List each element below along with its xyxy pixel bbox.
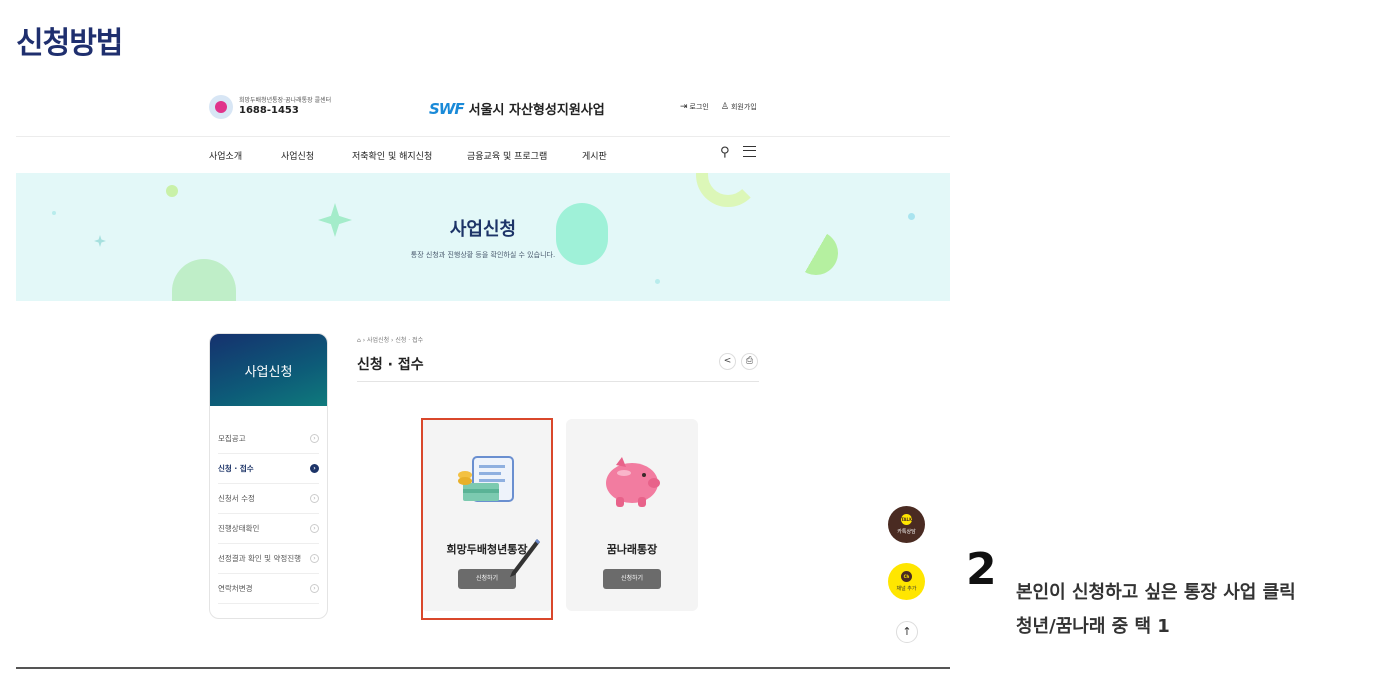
auth-links: ⇥ 로그인 ♙ 회원가입 [680,102,757,112]
search-icon[interactable]: ⚲ [720,145,730,160]
hotline-number: 1688-1453 [239,104,299,116]
home-icon[interactable]: ⌂ [357,337,361,344]
step-line-1: 본인이 신청하고 싶은 통장 사업 클릭 [1016,582,1296,603]
hotline-label: 희망두배청년통장·꿈나래통장 콜센터 [239,97,332,105]
breadcrumb: ⌂ › 사업신청 › 신청 · 접수 [357,337,424,344]
chevron-right-icon: › [310,494,319,503]
nav-item-apply[interactable]: 사업신청 [281,149,314,162]
decor-cloud [172,259,236,301]
chevron-right-icon: › [310,524,319,533]
main-nav: 사업소개 사업신청 저축확인 및 해지신청 금융교육 및 프로그램 게시판 ⚲ [16,137,950,173]
user-icon: ♙ [720,102,729,112]
nav-item-board[interactable]: 게시판 [582,149,607,162]
breadcrumb-item[interactable]: 사업신청 [367,337,389,344]
sidebar-item-apply[interactable]: 신청 · 접수 › [218,454,319,484]
card-dream-account[interactable]: 꿈나래통장 신청하기 [566,419,698,611]
page: 신청방법 희망두배청년통장·꿈나래통장 콜센터 1688-1453 SWF 서울… [0,0,1379,691]
banner-title: 사업신청 [449,219,517,240]
sidebar-item-result[interactable]: 선정결과 확인 및 약정진행 › [218,544,319,574]
share-icon[interactable]: < [719,353,736,370]
sidebar-item-status[interactable]: 진행상태확인 › [218,514,319,544]
decor-dot [655,279,660,284]
login-link[interactable]: ⇥ 로그인 [680,102,709,112]
sidebar-item-edit[interactable]: 신청서 수정 › [218,484,319,514]
step-instructions: 본인이 신청하고 싶은 통장 사업 클릭 청년/꿈나래 중 택 1 [1016,576,1296,644]
page-title: 신청방법 [16,26,123,61]
kakao-channel-button[interactable]: Ch 채널 추가 [888,563,925,600]
sidebar: 사업신청 모집공고 › 신청 · 접수 › 신청서 수정 › 진행상태확인 › 선정결과… [209,333,328,619]
chevron-right-icon: › [310,584,319,593]
talk-icon: TALK [901,514,912,525]
sidebar-title: 사업신청 [210,334,327,406]
print-icon[interactable]: ⎙ [741,353,758,370]
piggy-bank-icon [606,457,660,507]
content-title: 신청 · 접수 [357,357,424,373]
decor-arc [696,173,760,207]
hero-banner: 사업신청 통장 신청과 진행상황 등을 확인하실 수 있습니다. [16,173,950,301]
website-screenshot: 희망두배청년통장·꿈나래통장 콜센터 1688-1453 SWF 서울시 자산형… [16,89,950,669]
sidebar-item-contact[interactable]: 연락처변경 › [218,574,319,604]
logo-mark: SWF [429,99,465,118]
selection-highlight [421,418,553,620]
kakao-channel-label: 채널 추가 [896,586,917,592]
chevron-right-icon: › [310,434,319,443]
login-icon: ⇥ [680,102,688,112]
kakao-chat-button[interactable]: TALK 카톡상담 [888,506,925,543]
site-logo[interactable]: SWF 서울시 자산형성지원사업 [429,99,605,119]
chevron-right-icon: › [310,554,319,563]
banner-subtitle: 통장 신청과 진행상황 등을 확인하실 수 있습니다. [410,251,556,259]
divider [357,381,759,382]
chevron-right-icon: › [310,464,319,473]
hotline[interactable]: 희망두배청년통장·꿈나래통장 콜센터 1688-1453 [209,95,331,119]
signup-link[interactable]: ♙ 회원가입 [721,102,757,112]
phone-icon [209,95,233,119]
decor-dot [166,185,178,197]
logo-text: 서울시 자산형성지원사업 [468,103,605,118]
breadcrumb-item[interactable]: 신청 · 접수 [395,337,423,344]
kakao-chat-label: 카톡상담 [897,529,916,535]
apply-button[interactable]: 신청하기 [603,569,661,589]
scroll-top-button[interactable]: ↑ [896,621,918,643]
sidebar-item-notice[interactable]: 모집공고 › [218,424,319,454]
card-title: 꿈나래통장 [606,543,658,556]
step-number: 2 [966,544,997,595]
nav-item-savings[interactable]: 저축확인 및 해지신청 [352,149,432,162]
nav-item-education[interactable]: 금융교육 및 프로그램 [467,149,547,162]
channel-icon: Ch [901,571,912,582]
nav-item-about[interactable]: 사업소개 [209,149,242,162]
sidebar-list: 모집공고 › 신청 · 접수 › 신청서 수정 › 진행상태확인 › 선정결과 확인 및… [210,406,327,604]
menu-icon[interactable] [743,146,756,157]
top-bar: 희망두배청년통장·꿈나래통장 콜센터 1688-1453 SWF 서울시 자산형… [16,89,950,137]
step-line-2: 청년/꿈나래 중 택 1 [1016,616,1170,637]
